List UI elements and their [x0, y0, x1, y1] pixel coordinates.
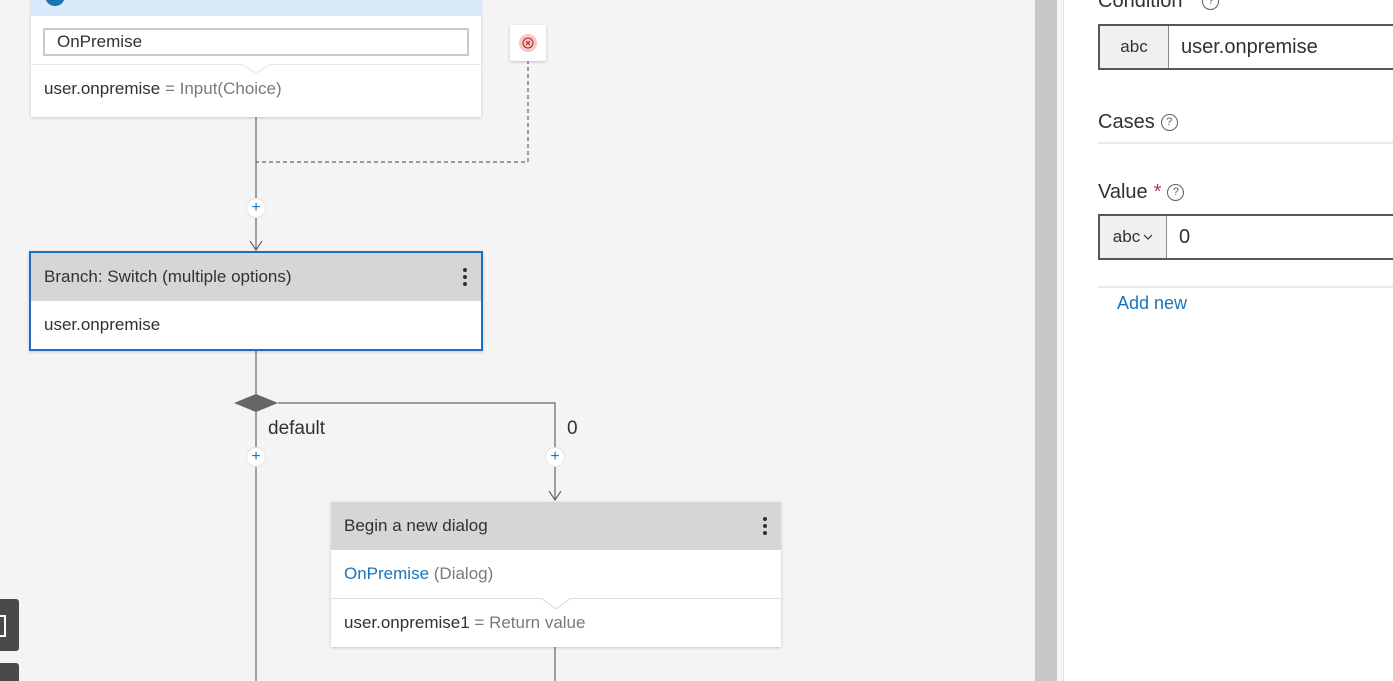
switch-card-title: Branch: Switch (multiple options): [44, 267, 292, 286]
required-marker: *: [1188, 0, 1197, 12]
cases-label-row: Cases ?: [1098, 111, 1178, 134]
dialog-link[interactable]: OnPremise: [344, 564, 429, 584]
add-action-button[interactable]: +: [246, 198, 266, 218]
begin-dialog-card[interactable]: Begin a new dialog OnPremise (Dialog) us…: [331, 502, 781, 647]
plus-icon: +: [251, 448, 261, 465]
property-panel: Condition * ? abc user.onpremise Cases ?…: [1063, 0, 1393, 681]
close-circle-icon: [519, 34, 537, 52]
splitter-bar[interactable]: [1035, 0, 1057, 681]
chevron-down-icon: [1143, 234, 1153, 240]
branch-case-label: 0: [567, 418, 578, 439]
prompt-card[interactable]: OnPremise user.onpremise = Input(Choice): [31, 0, 481, 117]
condition-type: abc: [1120, 37, 1148, 56]
kebab-menu-icon[interactable]: [763, 517, 767, 535]
kebab-menu-icon[interactable]: [463, 268, 467, 286]
prompt-assignment: = Input(Choice): [164, 78, 282, 98]
help-icon[interactable]: ?: [1160, 114, 1178, 131]
prompt-choice-input[interactable]: OnPremise: [43, 28, 469, 56]
value-type: abc: [1112, 227, 1141, 246]
zoom-button[interactable]: [0, 663, 19, 681]
condition-field[interactable]: abc user.onpremise: [1098, 24, 1393, 70]
help-icon[interactable]: ?: [1167, 184, 1185, 201]
plus-icon: +: [550, 448, 560, 465]
notch-icon: [241, 64, 271, 74]
add-new-link[interactable]: Add new: [1117, 293, 1187, 314]
prompt-card-header: [31, 0, 481, 16]
remove-loop-button[interactable]: [510, 25, 546, 61]
value-divider: [1098, 286, 1393, 288]
condition-type-button[interactable]: abc: [1100, 26, 1169, 68]
cases-divider: [1098, 142, 1393, 144]
add-action-default-button[interactable]: +: [246, 447, 266, 467]
cases-label: Cases: [1098, 111, 1155, 133]
authoring-canvas[interactable]: OnPremise user.onpremise = Input(Choice)…: [0, 0, 1035, 681]
prompt-property: user.onpremise: [44, 78, 161, 98]
add-action-case-button[interactable]: +: [545, 447, 565, 467]
value-label: Value: [1098, 181, 1148, 203]
dialog-property: user.onpremise1: [344, 613, 470, 632]
switch-condition: user.onpremise: [44, 315, 161, 334]
dialog-suffix: (Dialog): [433, 564, 494, 583]
dialog-assignment: = Return value: [474, 613, 586, 632]
condition-label: Condition: [1098, 0, 1183, 12]
condition-label-row: Condition * ?: [1098, 0, 1220, 13]
info-icon: [45, 0, 65, 6]
switch-card[interactable]: Branch: Switch (multiple options) user.o…: [29, 251, 483, 351]
help-icon[interactable]: ?: [1202, 0, 1220, 10]
prompt-choice-value: OnPremise: [57, 32, 143, 51]
begin-dialog-title: Begin a new dialog: [344, 516, 488, 535]
branch-default-label: default: [268, 418, 326, 439]
plus-icon: +: [251, 199, 261, 216]
zoom-fit-button[interactable]: [0, 599, 19, 651]
value-value: 0: [1179, 225, 1191, 248]
notch-icon: [541, 598, 571, 610]
required-marker: *: [1153, 181, 1162, 203]
bracket-icon: [0, 615, 6, 637]
value-field[interactable]: abc 0: [1098, 214, 1393, 260]
value-type-dropdown[interactable]: abc: [1100, 216, 1167, 258]
value-label-row: Value * ?: [1098, 181, 1185, 204]
condition-value: user.onpremise: [1181, 35, 1318, 58]
